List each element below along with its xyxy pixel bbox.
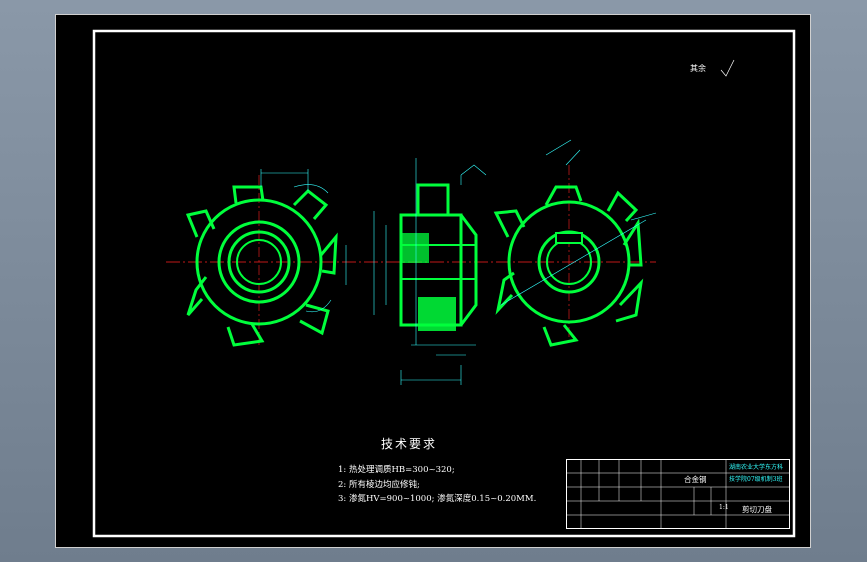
drawing-sheet: 其余 技术要求 1: 热处理调质HB=300~320; 2: 所有棱边均应修钝;… (55, 14, 811, 548)
title-block: 合金钢 湖南农业大学东方科 技学院07级机制3班 剪切刀盘 1:1 (566, 459, 790, 529)
part-name: 剪切刀盘 (742, 505, 772, 514)
technical-note-2: 2: 所有棱边均应修钝; (338, 480, 420, 490)
technical-requirements-title: 技术要求 (381, 437, 438, 451)
surface-roughness-note: 其余 (690, 64, 706, 73)
right-view (493, 185, 644, 347)
technical-note-1: 1: 热处理调质HB=300~320; (338, 465, 455, 475)
roughness-symbol (720, 59, 735, 77)
section-view (399, 183, 478, 331)
technical-note-3: 3: 渗氮HV=900~1000; 渗氮深度0.15~0.20MM. (338, 494, 537, 504)
section-view-dimensions (373, 158, 487, 385)
scale-value: 1:1 (719, 504, 729, 511)
material-label: 合金钢 (684, 475, 707, 484)
school-line-1: 湖南农业大学东方科 (729, 464, 784, 471)
left-view (185, 185, 338, 347)
school-line-2: 技学院07级机制3班 (729, 476, 783, 483)
